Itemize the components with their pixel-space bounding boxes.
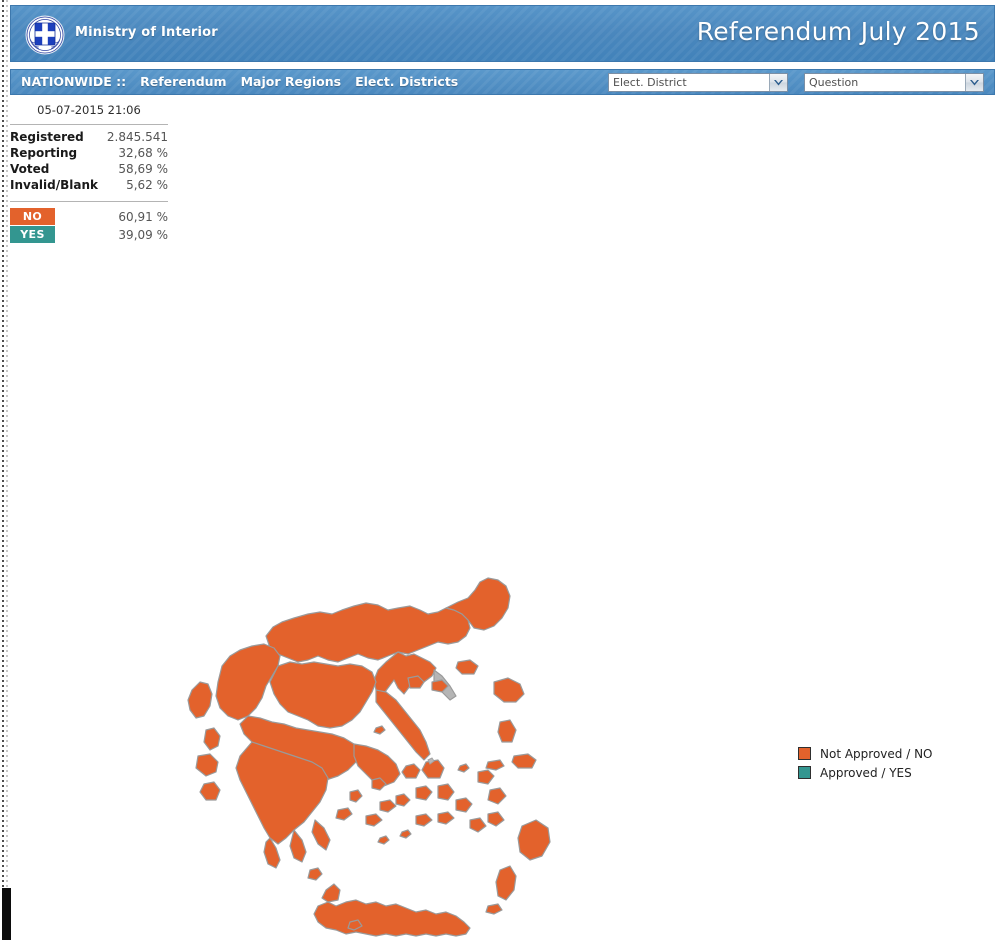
map-region xyxy=(401,763,421,779)
results-timestamp: 05-07-2015 21:06 xyxy=(37,103,141,117)
chevron-down-icon[interactable] xyxy=(965,74,983,91)
map-region xyxy=(203,727,221,751)
bottom-left-scrollbar[interactable] xyxy=(2,888,11,940)
result-row-no: NO 60,91 % xyxy=(10,208,168,225)
map-region xyxy=(415,785,433,801)
status-badge-no: NO xyxy=(10,208,55,225)
map-region xyxy=(321,883,341,903)
chevron-down-icon[interactable] xyxy=(769,74,787,91)
map-region xyxy=(485,903,503,915)
map-region xyxy=(455,797,473,813)
map-region xyxy=(495,865,517,901)
breadcrumb: NATIONWIDE :: Referendum Major Regions E… xyxy=(21,74,458,89)
map-region xyxy=(375,689,431,761)
page-root: Ministry of Interior Referendum July 201… xyxy=(0,0,1000,940)
navigation-bar: NATIONWIDE :: Referendum Major Regions E… xyxy=(10,69,995,95)
filter-controls: Elect. District Question xyxy=(608,73,984,92)
map-region xyxy=(517,819,551,861)
map-svg[interactable] xyxy=(170,570,600,940)
result-value-yes: 39,09 % xyxy=(118,227,168,242)
map-region xyxy=(349,789,363,803)
map-region xyxy=(199,781,221,801)
map-region xyxy=(457,763,470,773)
greek-coat-of-arms-icon xyxy=(25,15,65,55)
map-region xyxy=(269,661,377,729)
legend-item-no: Not Approved / NO xyxy=(798,744,933,763)
result-value-no: 60,91 % xyxy=(118,209,168,224)
elect-district-select-value: Elect. District xyxy=(613,76,687,89)
legend-label-no: Not Approved / NO xyxy=(820,746,933,761)
stat-value: 32,68 % xyxy=(118,146,168,160)
map-region xyxy=(311,819,331,851)
site-header: Ministry of Interior Referendum July 201… xyxy=(10,5,995,62)
map-legend: Not Approved / NO Approved / YES xyxy=(798,744,933,782)
legend-item-yes: Approved / YES xyxy=(798,763,933,782)
window-left-dotted-border xyxy=(2,0,4,940)
result-row-yes: YES 39,09 % xyxy=(10,226,168,243)
map-region xyxy=(477,769,495,785)
map-region xyxy=(265,602,471,663)
map-region xyxy=(307,867,323,881)
map-region xyxy=(365,813,383,827)
stat-label: Reporting xyxy=(10,146,78,160)
map-region xyxy=(373,651,437,697)
page-title: Referendum July 2015 xyxy=(696,17,980,46)
map-region xyxy=(377,835,390,845)
map-region xyxy=(373,725,386,735)
map-region xyxy=(487,787,507,805)
nav-major-regions[interactable]: Major Regions xyxy=(241,74,342,89)
legend-swatch-no-icon xyxy=(798,747,811,760)
map-region xyxy=(289,829,307,863)
nav-referendum[interactable]: Referendum xyxy=(140,74,226,89)
stat-value: 2.845.541 xyxy=(106,130,168,144)
map-region xyxy=(395,793,411,807)
map-region xyxy=(313,899,471,937)
stat-label: Registered xyxy=(10,130,84,144)
map-region xyxy=(487,811,505,827)
map-region xyxy=(469,817,487,833)
nav-nationwide[interactable]: NATIONWIDE :: xyxy=(21,74,126,89)
divider xyxy=(10,201,168,202)
question-select-value: Question xyxy=(809,76,859,89)
legend-swatch-yes-icon xyxy=(798,766,811,779)
greece-results-map[interactable] xyxy=(170,570,600,940)
ministry-name: Ministry of Interior xyxy=(75,25,218,40)
status-badge-yes: YES xyxy=(10,226,55,243)
map-region xyxy=(421,759,445,779)
window-left-dotted-border-secondary xyxy=(6,0,8,940)
map-region xyxy=(485,759,505,771)
map-region xyxy=(379,799,397,813)
stat-row-registered: Registered 2.845.541 xyxy=(10,129,168,145)
stat-value: 58,69 % xyxy=(118,162,168,176)
map-region xyxy=(187,681,213,719)
divider xyxy=(10,124,168,125)
question-select[interactable]: Question xyxy=(804,73,984,92)
map-region xyxy=(511,753,537,769)
map-region xyxy=(437,783,455,801)
stat-value: 5,62 % xyxy=(126,178,168,192)
map-region xyxy=(437,811,455,825)
map-region xyxy=(399,829,412,839)
legend-label-yes: Approved / YES xyxy=(820,765,912,780)
stat-label: Invalid/Blank xyxy=(10,178,99,192)
map-region xyxy=(497,719,517,743)
stat-row-invalid-blank: Invalid/Blank 5,62 % xyxy=(10,177,168,193)
elect-district-select[interactable]: Elect. District xyxy=(608,73,788,92)
map-region xyxy=(335,807,353,821)
map-region xyxy=(455,659,479,675)
stat-row-reporting: Reporting 32,68 % xyxy=(10,145,168,161)
map-region xyxy=(493,677,525,703)
stat-label: Voted xyxy=(10,162,50,176)
nav-elect-districts[interactable]: Elect. Districts xyxy=(355,74,458,89)
map-region xyxy=(415,813,433,827)
results-summary-panel: 05-07-2015 21:06 Registered 2.845.541 Re… xyxy=(10,100,168,244)
stat-row-voted: Voted 58,69 % xyxy=(10,161,168,177)
map-region xyxy=(195,753,219,777)
